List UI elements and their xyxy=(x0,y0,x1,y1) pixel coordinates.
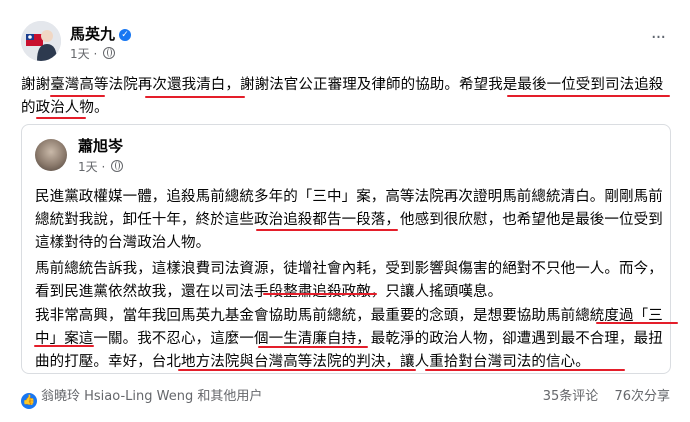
highlight-underline xyxy=(50,95,105,97)
highlight-underline xyxy=(145,96,245,98)
highlight-underline xyxy=(596,322,678,324)
author-avatar[interactable] xyxy=(21,21,61,61)
more-horizontal-icon[interactable]: ··· xyxy=(646,29,670,50)
highlight-underline xyxy=(256,229,398,231)
shares-count[interactable]: 76次分享 xyxy=(614,389,670,404)
highlight-underline xyxy=(36,117,86,119)
globe-icon xyxy=(103,47,116,59)
verified-badge-icon: ✓ xyxy=(119,29,131,41)
highlight-underline xyxy=(425,369,625,371)
globe-icon xyxy=(111,160,124,172)
shared-post-card[interactable]: 蕭旭岑 1天 · 民進黨政權媒一體，追殺馬前總統多年的「三中」案，高等法院再次證… xyxy=(21,124,671,374)
post-time[interactable]: 1天 xyxy=(70,47,90,61)
shared-post-time[interactable]: 1天 xyxy=(78,160,98,174)
shared-paragraph: 我非常高興，當年我回馬英九基金會協助馬前總統，最重要的念頭，是想要協助馬前總統度… xyxy=(35,308,663,370)
highlight-underline xyxy=(263,293,377,295)
highlight-underline xyxy=(507,95,670,97)
shared-paragraph: 民進黨政權媒一體，追殺馬前總統多年的「三中」案，高等法院再次證明馬前總統清白。剛… xyxy=(35,189,663,251)
shared-paragraph: 馬前總統告訴我，這樣浪費司法資源，徒增社會內耗，受到影響與傷害的絕對不只他一人。… xyxy=(35,261,663,300)
reactions-summary[interactable]: 👍 翁曉玲 Hsiao-Ling Weng 和其他用户 xyxy=(21,388,262,409)
comments-count[interactable]: 35条评论 xyxy=(543,389,599,404)
highlight-underline xyxy=(258,346,368,348)
like-icon: 👍 xyxy=(21,393,37,409)
reactions-text: 翁曉玲 Hsiao-Ling Weng 和其他用户 xyxy=(41,389,263,404)
shared-author-avatar[interactable] xyxy=(35,139,67,171)
post-text: 謝謝臺灣高等法院再次還我清白，謝謝法官公正審理及律師的協助。希望我是最後一位受到… xyxy=(21,77,664,116)
highlight-underline xyxy=(34,345,94,347)
shared-author-name[interactable]: 蕭旭岑 xyxy=(78,137,123,155)
facebook-post: 馬英九 ✓ 1天 · ··· 謝謝臺灣高等法院再次還我清白，謝謝法官公正審理及律… xyxy=(0,0,690,422)
shared-post-meta: 1天 · xyxy=(78,160,124,174)
author-name[interactable]: 馬英九 xyxy=(70,25,115,43)
post-meta: 1天 · xyxy=(70,47,116,61)
highlight-underline xyxy=(178,369,416,371)
engagement-counts: 35条评论 76次分享 xyxy=(531,388,670,406)
